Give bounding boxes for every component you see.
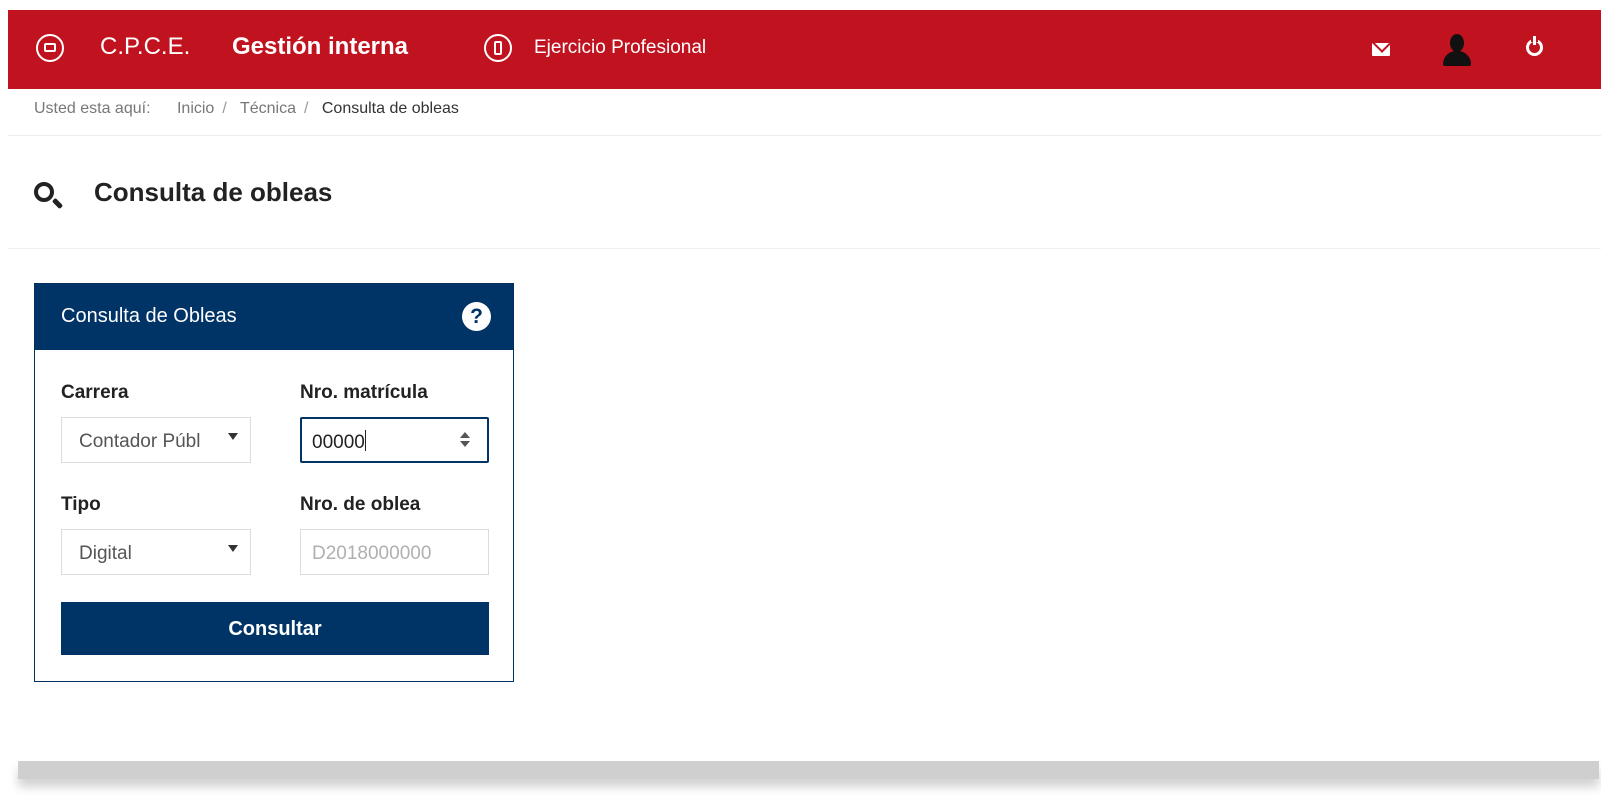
matricula-input-value: 00000 [312, 432, 365, 453]
help-icon[interactable]: ? [462, 302, 491, 331]
chevron-down-icon [228, 433, 238, 440]
module-link[interactable]: Ejercicio Profesional [534, 37, 706, 59]
breadcrumb-lead: Usted esta aquí: [34, 100, 151, 117]
application-name[interactable]: Gestión interna [232, 33, 408, 61]
mail-icon[interactable] [1372, 43, 1390, 56]
tipo-select-value: Digital [79, 543, 132, 564]
tipo-label: Tipo [61, 494, 101, 515]
panel-header: Consulta de Obleas ? [35, 284, 513, 350]
divider [8, 248, 1601, 249]
module-icon [484, 34, 512, 62]
consultar-button[interactable]: Consultar [61, 602, 489, 655]
power-icon[interactable] [1526, 36, 1543, 56]
spinner-down-icon[interactable] [460, 441, 470, 447]
brand-icon [36, 34, 64, 62]
organization-name[interactable]: C.P.C.E. [100, 33, 190, 61]
panel-title: Consulta de Obleas [61, 305, 237, 327]
search-icon [34, 182, 54, 202]
breadcrumb-current: Consulta de obleas [321, 100, 459, 117]
matricula-label: Nro. matrícula [300, 382, 428, 403]
app-window: C.P.C.E. Gestión interna Ejercicio Profe… [8, 10, 1601, 779]
spinner-up-icon[interactable] [460, 432, 470, 438]
carrera-select[interactable]: Contador Públ [61, 417, 251, 463]
window-bottom-shadow [18, 761, 1599, 779]
oblea-label: Nro. de oblea [300, 494, 421, 515]
consulta-obleas-panel: Consulta de Obleas ? Carrera Nro. matríc… [34, 283, 514, 682]
top-navigation-bar: C.P.C.E. Gestión interna Ejercicio Profe… [8, 10, 1601, 89]
divider [8, 135, 1601, 136]
text-cursor [364, 430, 366, 451]
chevron-down-icon [228, 545, 238, 552]
breadcrumb-separator: / [222, 100, 227, 117]
carrera-select-value: Contador Públ [79, 431, 201, 452]
breadcrumb-home[interactable]: Inicio [177, 100, 214, 117]
breadcrumb-separator: / [303, 100, 309, 117]
carrera-label: Carrera [61, 382, 129, 403]
page-title: Consulta de obleas [94, 177, 333, 207]
oblea-input[interactable]: D2018000000 [300, 529, 489, 575]
breadcrumb: Usted esta aquí: Inicio / Técnica / Consul… [34, 100, 459, 118]
user-icon[interactable] [1440, 34, 1474, 70]
oblea-input-placeholder: D2018000000 [312, 543, 432, 564]
matricula-input[interactable]: 00000 [300, 417, 489, 463]
breadcrumb-tecnica[interactable]: Técnica [240, 100, 296, 117]
tipo-select[interactable]: Digital [61, 529, 251, 575]
